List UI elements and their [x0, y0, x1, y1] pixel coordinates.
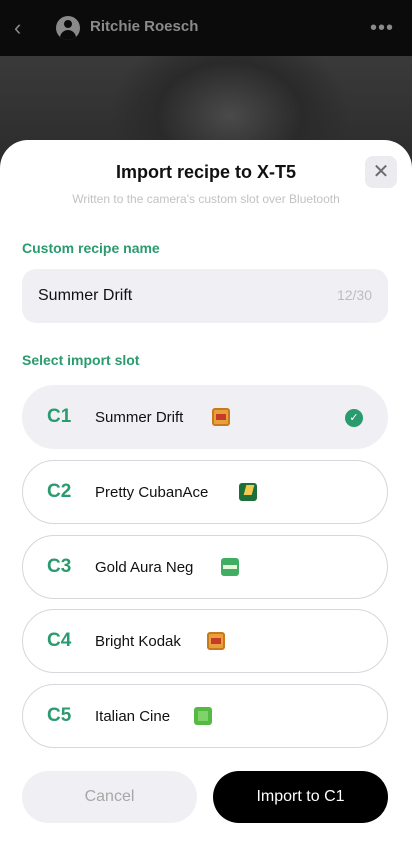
slot-c3[interactable]: C3 Gold Aura Neg [22, 535, 388, 599]
char-count: 12/30 [336, 287, 372, 303]
more-dots-icon[interactable]: ••• [366, 10, 398, 46]
slot-id: C5 [47, 705, 72, 726]
import-slot-label: Select import slot [22, 352, 140, 368]
slot-id: C1 [47, 406, 72, 427]
slot-c2[interactable]: C2 Pretty CubanAce [22, 460, 388, 524]
slot-c5[interactable]: C5 Italian Cine [22, 684, 388, 748]
slot-name: Summer Drift [95, 409, 184, 426]
app-header: ‹ Ritchie Roesch ••• [0, 0, 412, 56]
slot-name: Pretty CubanAce [95, 484, 209, 501]
slot-name: Gold Aura Neg [95, 559, 194, 576]
cancel-button[interactable]: Cancel [22, 771, 197, 823]
sheet-subtitle: Written to the camera's custom slot over… [72, 192, 340, 206]
slot-c1[interactable]: C1 Summer Drift ✓ [22, 385, 388, 449]
slot-c4[interactable]: C4 Bright Kodak [22, 609, 388, 673]
import-button[interactable]: Import to C1 [213, 771, 388, 823]
recipe-name-field[interactable]: 12/30 [22, 269, 388, 323]
import-sheet: Import recipe to X-T5 Written to the cam… [0, 140, 412, 850]
kodak-film-icon [212, 408, 230, 426]
cuban-film-icon [239, 483, 257, 501]
close-button[interactable]: ✕ [365, 156, 397, 188]
gold-film-icon [221, 558, 239, 576]
slot-id: C4 [47, 630, 72, 651]
recipe-name-input[interactable] [38, 269, 318, 323]
avatar[interactable] [56, 16, 80, 40]
slot-id: C3 [47, 556, 72, 577]
kodak-film-icon [207, 632, 225, 650]
sheet-title: Import recipe to X-T5 [115, 162, 297, 182]
user-name[interactable]: Ritchie Roesch [90, 18, 198, 35]
check-icon: ✓ [345, 409, 363, 427]
close-icon: ✕ [372, 161, 390, 183]
slot-id: C2 [47, 481, 72, 502]
chevron-left-icon[interactable]: ‹ [14, 16, 36, 40]
recipe-name-label: Custom recipe name [22, 240, 160, 256]
slot-name: Italian Cine [95, 708, 171, 725]
cine-film-icon [194, 707, 212, 725]
slot-name: Bright Kodak [95, 633, 181, 650]
